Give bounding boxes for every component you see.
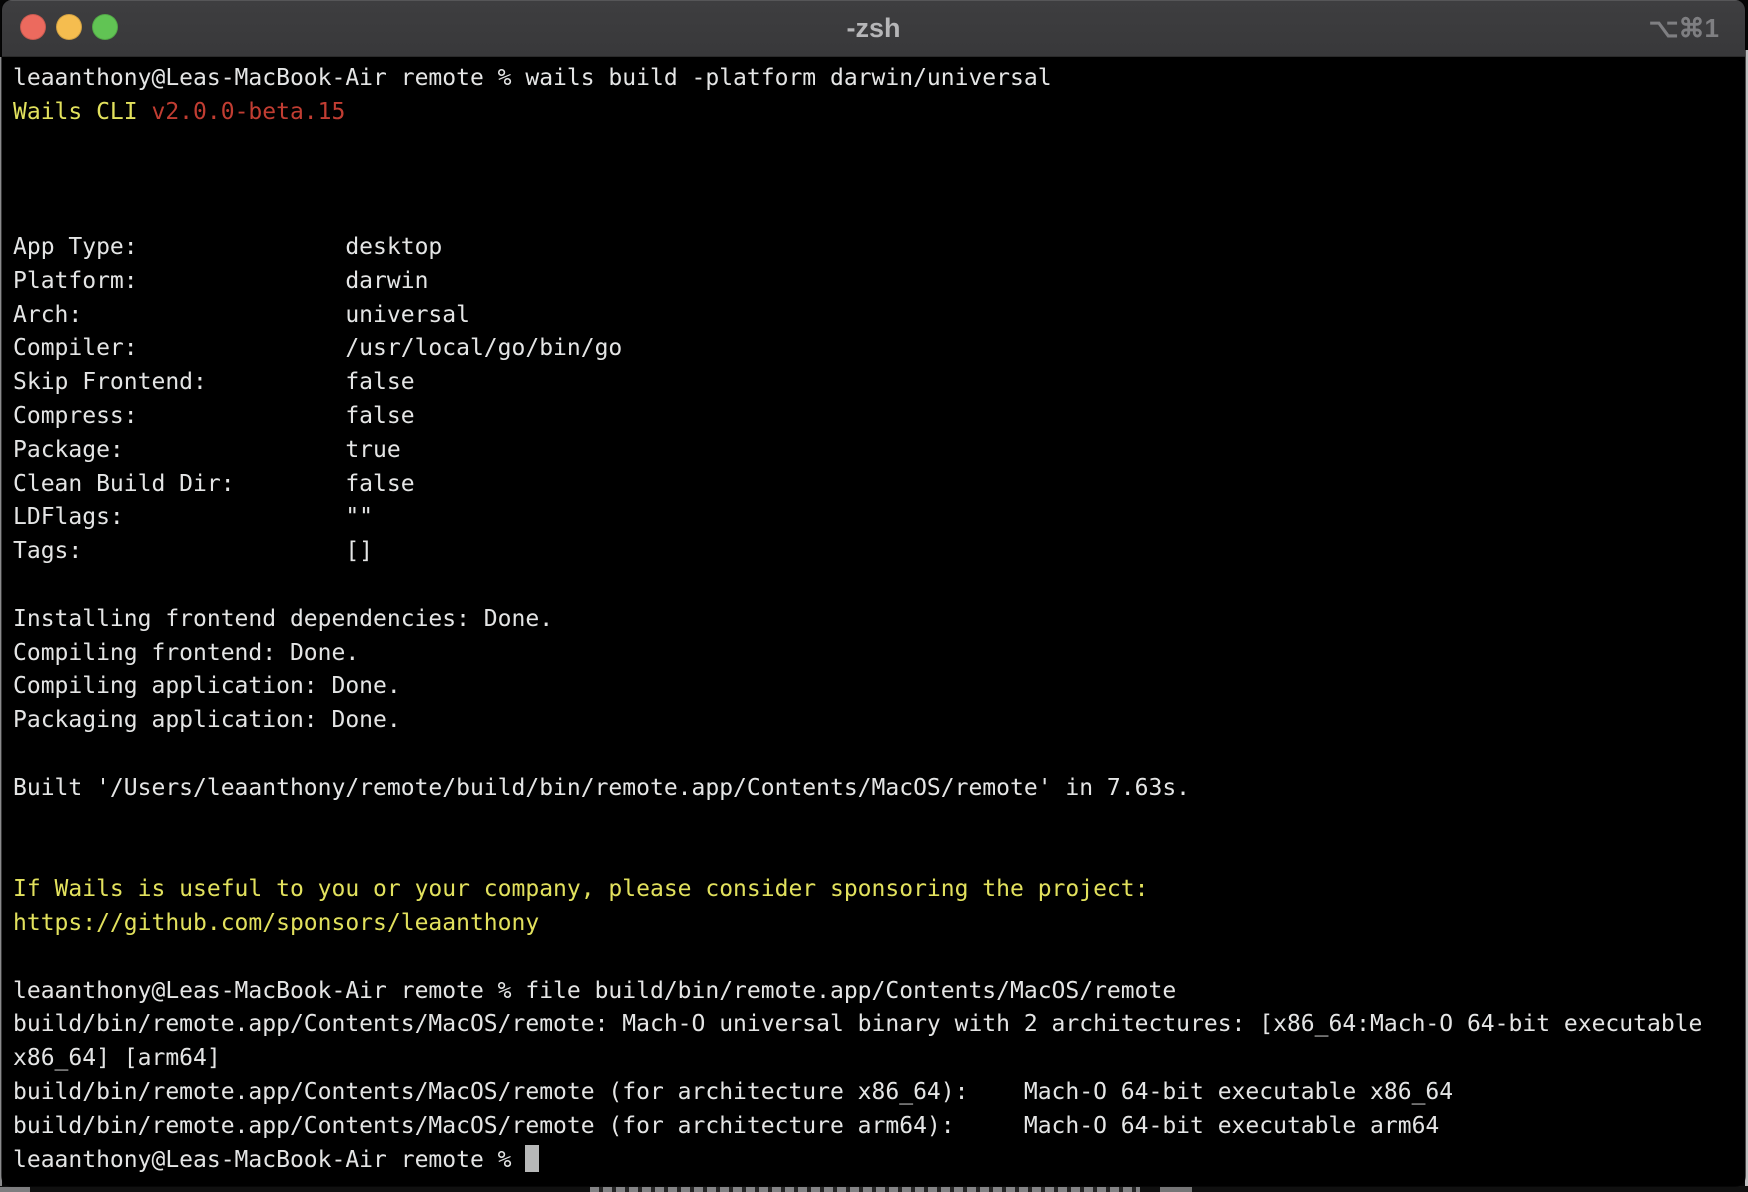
background-window-sliver-bottom <box>0 1186 1748 1192</box>
prompt-text: leaanthony@Leas-MacBook-Air remote % <box>13 1147 525 1173</box>
blank-line <box>13 839 1745 873</box>
blank-line <box>13 163 1745 197</box>
wails-version-line: Wails CLI v2.0.0-beta.15 <box>13 96 1745 130</box>
wails-cli-version: v2.0.0-beta.15 <box>151 99 345 125</box>
setting-platform: Platform: darwin <box>13 265 1745 299</box>
setting-arch: Arch: universal <box>13 299 1745 333</box>
window-title: -zsh <box>2 0 1745 57</box>
setting-ldflags: LDFlags: "" <box>13 501 1745 535</box>
background-sliver-fragment <box>1160 1187 1192 1192</box>
setting-tags: Tags: [] <box>13 535 1745 569</box>
setting-clean-build-dir: Clean Build Dir: false <box>13 468 1745 502</box>
terminal-screen[interactable]: leaanthony@Leas-MacBook-Air remote % wai… <box>2 57 1745 1186</box>
blank-line <box>13 738 1745 772</box>
terminal-window: -zsh ⌥⌘1 leaanthony@Leas-MacBook-Air rem… <box>2 0 1745 1186</box>
window-title-bar[interactable]: -zsh ⌥⌘1 <box>2 0 1745 57</box>
setting-compress: Compress: false <box>13 400 1745 434</box>
file-output-arm-line: build/bin/remote.app/Contents/MacOS/remo… <box>13 1110 1745 1144</box>
file-output-wrap-line: x86_64] [arm64] <box>13 1042 1745 1076</box>
background-sliver-text-fragment <box>590 1187 1140 1192</box>
terminal-cursor <box>525 1145 539 1172</box>
keyboard-shortcut-badge: ⌥⌘1 <box>1649 0 1719 57</box>
build-step-install-deps: Installing frontend dependencies: Done. <box>13 603 1745 637</box>
sponsor-message: If Wails is useful to you or your compan… <box>13 873 1745 907</box>
blank-line <box>13 806 1745 840</box>
built-message: Built '/Users/leaanthony/remote/build/bi… <box>13 772 1745 806</box>
background-sliver-fragment <box>0 1187 30 1192</box>
sponsor-link: https://github.com/sponsors/leaanthony <box>13 907 1745 941</box>
shell-command-line: leaanthony@Leas-MacBook-Air remote % wai… <box>13 62 1745 96</box>
command-text: leaanthony@Leas-MacBook-Air remote % wai… <box>13 65 1052 91</box>
shell-command-line: leaanthony@Leas-MacBook-Air remote % fil… <box>13 975 1745 1009</box>
wails-cli-label: Wails CLI <box>13 99 151 125</box>
setting-package: Package: true <box>13 434 1745 468</box>
file-output-x86-line: build/bin/remote.app/Contents/MacOS/remo… <box>13 1076 1745 1110</box>
file-output-line: build/bin/remote.app/Contents/MacOS/remo… <box>13 1008 1745 1042</box>
build-step-package-app: Packaging application: Done. <box>13 704 1745 738</box>
blank-line <box>13 941 1745 975</box>
blank-line <box>13 197 1745 231</box>
command-text: leaanthony@Leas-MacBook-Air remote % fil… <box>13 978 1176 1004</box>
blank-line <box>13 130 1745 164</box>
shell-prompt-line: leaanthony@Leas-MacBook-Air remote % <box>13 1144 1745 1178</box>
setting-app-type: App Type: desktop <box>13 231 1745 265</box>
blank-line <box>13 569 1745 603</box>
setting-compiler: Compiler: /usr/local/go/bin/go <box>13 332 1745 366</box>
build-step-compile-app: Compiling application: Done. <box>13 670 1745 704</box>
build-step-compile-frontend: Compiling frontend: Done. <box>13 637 1745 671</box>
setting-skip-frontend: Skip Frontend: false <box>13 366 1745 400</box>
